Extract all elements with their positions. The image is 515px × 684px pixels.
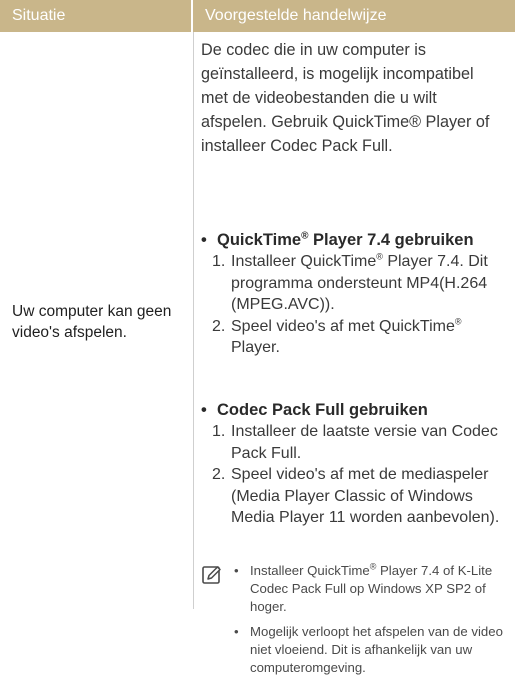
list-item: 1. Installeer de laatste versie van Codec… [212, 423, 498, 462]
note-pencil-icon [202, 566, 221, 584]
situatie-text: Uw computer kan geen video's afspelen. [12, 303, 172, 341]
section-codec-title: • Codec Pack Full gebruiken [201, 401, 428, 419]
list-item: 2. Speel video's af met QuickTime® Player… [212, 316, 462, 356]
codec-steps: 1. Installeer de laatste versie van Codec… [201, 421, 506, 529]
list-item: • Installeer QuickTime® Player 7.4 of K-L… [234, 561, 493, 614]
list-item: • Mogelijk verloopt het afspelen van de v… [234, 624, 503, 675]
table-header: Situatie Voorgestelde handelwijze [0, 0, 515, 32]
section-quicktime: • QuickTime® Player 7.4 gebruiken 1. Insta… [201, 229, 506, 359]
quicktime-steps: 1. Installeer QuickTime® Player 7.4. Dit … [201, 251, 506, 359]
bullet: • [201, 231, 207, 249]
section-quicktime-title: • QuickTime® Player 7.4 gebruiken [201, 230, 474, 249]
column-divider [193, 32, 194, 609]
list-item: 1. Installeer QuickTime® Player 7.4. Dit … [212, 251, 488, 313]
header-handelwijze: Voorgestelde handelwijze [193, 0, 515, 32]
note-list: • Installeer QuickTime® Player 7.4 of K-L… [233, 562, 509, 684]
section-codec-pack: • Codec Pack Full gebruiken 1. Installeer … [201, 399, 506, 529]
list-item: 2. Speel video's af met de mediaspeler (M… [212, 466, 500, 526]
header-situatie: Situatie [0, 0, 193, 32]
action-intro-block: De codec die in uw computer is geïnstall… [201, 38, 501, 158]
intro-text: De codec die in uw computer is geïnstall… [201, 41, 490, 155]
bullet: • [201, 401, 207, 419]
